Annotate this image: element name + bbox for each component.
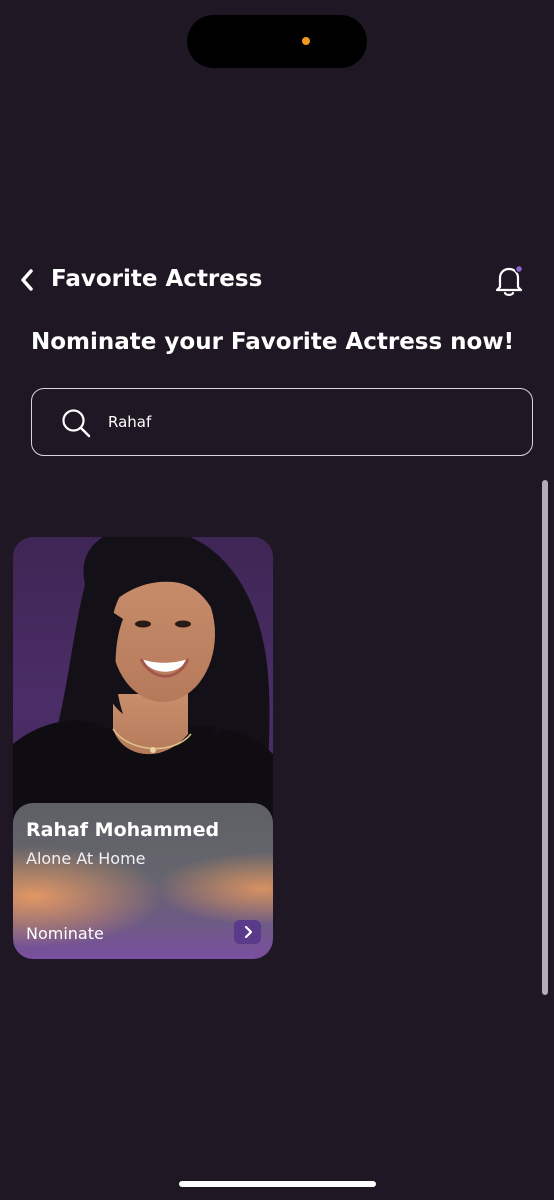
dynamic-island — [187, 15, 367, 68]
chevron-left-icon — [21, 269, 33, 291]
card-info-panel: Rahaf Mohammed Alone At Home Nominate — [13, 803, 273, 959]
actress-card[interactable]: Rahaf Mohammed Alone At Home Nominate — [13, 537, 273, 959]
actress-work-title: Alone At Home — [26, 849, 146, 868]
actress-photo — [13, 537, 273, 824]
notification-dot — [514, 264, 524, 274]
actress-name: Rahaf Mohammed — [26, 819, 220, 841]
page-title: Favorite Actress — [51, 266, 263, 292]
search-input[interactable]: Rahaf — [31, 388, 533, 456]
header: Favorite Actress — [0, 256, 554, 304]
nominate-arrow-button[interactable] — [234, 920, 261, 944]
page-subtitle: Nominate your Favorite Actress now! — [31, 329, 515, 355]
notifications-button[interactable] — [490, 260, 528, 300]
search-value[interactable]: Rahaf — [108, 412, 151, 432]
privacy-indicator-dot — [302, 37, 310, 45]
scrollbar[interactable] — [542, 480, 548, 995]
bell-icon — [495, 264, 524, 296]
chevron-right-icon — [244, 925, 252, 939]
home-indicator[interactable] — [179, 1181, 376, 1187]
search-icon — [62, 409, 91, 438]
back-button[interactable] — [14, 266, 40, 294]
nominate-button[interactable]: Nominate — [26, 923, 104, 945]
